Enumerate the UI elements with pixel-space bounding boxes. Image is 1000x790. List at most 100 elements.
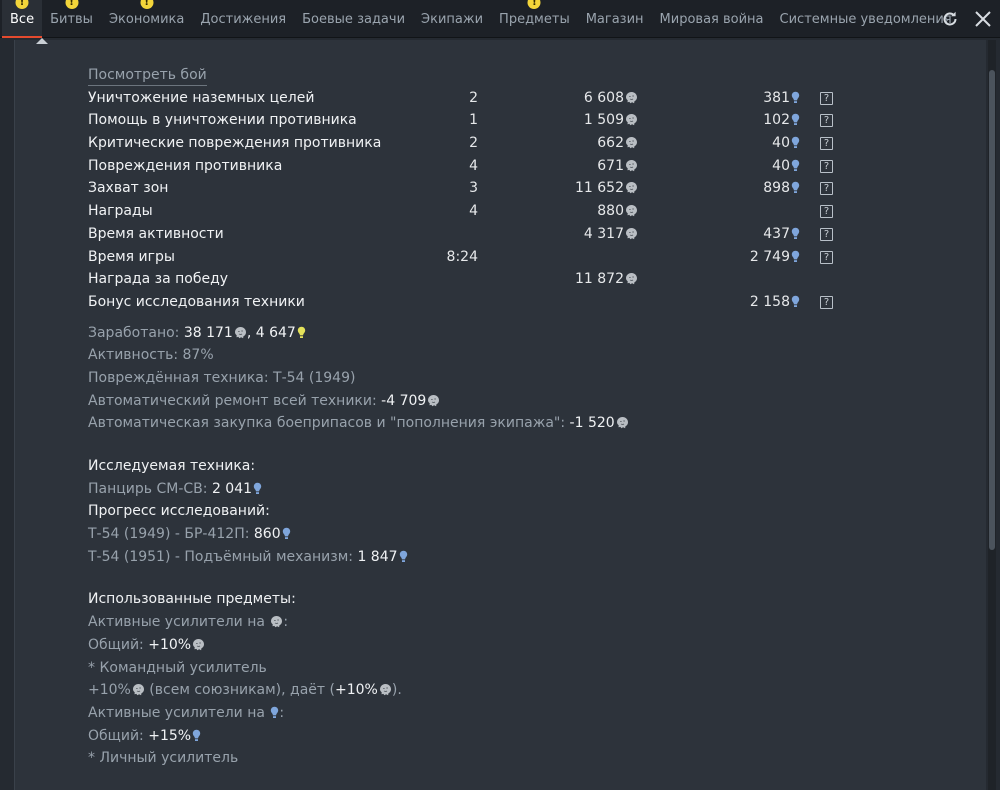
scrollbar-thumb[interactable] (989, 70, 995, 550)
silver-lions-icon (625, 270, 638, 293)
reward-rp-text: 102 (763, 112, 790, 129)
general-sl-value: +10% (148, 636, 192, 653)
tab-label: Экономика (108, 11, 185, 27)
progress-item-value: 1 847 (357, 548, 398, 565)
help-icon[interactable]: ? (820, 227, 833, 241)
reward-count: 3 (469, 177, 478, 200)
reward-rp-text: 437 (763, 225, 790, 242)
reward-count-text: 2 (469, 89, 478, 106)
silver-lions-icon (427, 392, 440, 415)
tab-label: Все (10, 11, 35, 27)
reward-sl: 662 (597, 132, 638, 157)
reward-label-text: Время игры (88, 248, 175, 265)
purchase-line: Автоматическая закупка боеприпасов и "по… (88, 412, 848, 435)
reward-rp-text: 40 (772, 135, 790, 152)
reward-row: Помощь в уничтожении противника 1 1 509 102… (88, 109, 848, 132)
reward-count: 2 (469, 132, 478, 155)
help-icon[interactable]: ? (820, 137, 833, 151)
earned-sl-value: 38 171 (183, 324, 233, 341)
notification-badge-icon: ! (15, 0, 29, 9)
general-rp-line: Общий: +15% (88, 725, 848, 748)
silver-lions-icon (625, 179, 638, 202)
repair-value: -4 709 (381, 392, 427, 409)
research-points-icon (791, 225, 800, 248)
reward-count-text: 3 (469, 180, 478, 197)
help-icon[interactable]: ? (820, 250, 833, 264)
progress-item: Т-54 (1951) - Подъёмный механизм: 1 847 (88, 546, 848, 569)
battle-report: Посмотреть бой Уничтожение наземных целе… (88, 64, 848, 770)
research-points-icon (399, 548, 408, 571)
reward-sl: 6 608 (584, 87, 638, 112)
tab-1[interactable]: Битвы! (42, 0, 101, 38)
reward-sl-text: 671 (597, 157, 624, 174)
colon: : (279, 704, 285, 721)
personal-booster: * Личный усилитель (88, 750, 239, 767)
reward-label: Захват зон (88, 177, 168, 200)
help-icon[interactable]: ? (820, 91, 833, 105)
tab-9[interactable]: Системные уведомления (772, 0, 960, 38)
close-icon[interactable] (971, 7, 995, 31)
commander-booster: * Командный усилитель (88, 659, 267, 676)
tab-2[interactable]: Экономика! (101, 0, 192, 38)
view-battle-link[interactable]: Посмотреть бой (88, 65, 207, 86)
tab-label: Боевые задачи (302, 11, 406, 27)
research-item-label: Панцирь СМ-СВ: (88, 480, 212, 497)
research-item: Панцирь СМ-СВ: 2 041 (88, 478, 848, 501)
earned-rp-value: 4 647 (255, 324, 296, 341)
help-icon[interactable]: ? (820, 159, 833, 173)
reward-rp: 381 (763, 87, 800, 112)
reward-label-text: Повреждения противника (88, 157, 283, 174)
reward-row: Награда за победу 11 872 (88, 268, 848, 291)
message-icon (36, 38, 48, 44)
tab-6[interactable]: Предметы! (491, 0, 578, 38)
help-icon[interactable]: ? (820, 295, 833, 309)
research-points-icon (791, 248, 800, 271)
reward-label-text: Уничтожение наземных целей (88, 89, 315, 106)
scrollbar[interactable] (988, 40, 996, 790)
notification-badge-icon: ! (140, 0, 154, 9)
tab-label: Мировая война (659, 11, 764, 27)
tab-3[interactable]: Достижения (192, 0, 294, 38)
reward-count-text: 1 (469, 112, 478, 129)
reward-count-text: 2 (469, 135, 478, 152)
help-icon[interactable]: ? (820, 114, 833, 128)
tab-7[interactable]: Магазин (578, 0, 652, 38)
tab-4[interactable]: Боевые задачи (294, 0, 413, 38)
reward-sl-text: 880 (597, 203, 624, 220)
reward-label-text: Помощь в уничтожении противника (88, 112, 357, 129)
reward-count-text: 8:24 (446, 248, 478, 265)
reward-label-text: Награда за победу (88, 271, 229, 288)
reward-sl: 880 (597, 200, 638, 225)
repair-label: Автоматический ремонт всей техники: (88, 392, 382, 409)
reward-label: Награда за победу (88, 268, 228, 291)
refresh-icon[interactable] (938, 7, 962, 31)
research-points-icon (791, 293, 800, 316)
silver-lions-icon (132, 681, 145, 704)
reward-label: Помощь в уничтожении противника (88, 109, 357, 132)
items-title: Использованные предметы: (88, 591, 296, 608)
tab-8[interactable]: Мировая война (652, 0, 772, 38)
reward-rp: 898 (763, 177, 800, 202)
progress-item-label: Т-54 (1949) - БР-412П: (88, 526, 254, 543)
research-item-value: 2 041 (211, 480, 253, 497)
repair-line: Автоматический ремонт всей техники: -4 7… (88, 390, 848, 413)
reward-row: Время активности 4 317 437? (88, 223, 848, 246)
purchase-label: Автоматическая закупка боеприпасов и "по… (88, 415, 570, 432)
tab-label: Предметы (499, 11, 570, 27)
team-value: +10% (88, 682, 131, 699)
reward-count-text: 4 (469, 203, 478, 220)
damaged-vehicles-line: Повреждённая техника: Т-54 (1949) (88, 369, 356, 386)
help-icon[interactable]: ? (820, 182, 833, 196)
reward-sl: 4 317 (584, 223, 638, 248)
tab-0[interactable]: Все! (2, 0, 43, 38)
reward-rp: 437 (763, 223, 800, 248)
silver-lions-icon (625, 157, 638, 180)
help-icon[interactable]: ? (820, 205, 833, 219)
rewards-table: Уничтожение наземных целей 2 6 608 381? Помо… (88, 87, 848, 314)
tab-5[interactable]: Экипажи (413, 0, 491, 38)
tab-label: Системные уведомления (779, 11, 952, 27)
reward-sl: 1 509 (584, 109, 638, 134)
reward-rp-text: 2 749 (749, 248, 790, 265)
reward-label-text: Бонус исследования техники (88, 293, 305, 310)
research-points-icon (791, 134, 800, 157)
